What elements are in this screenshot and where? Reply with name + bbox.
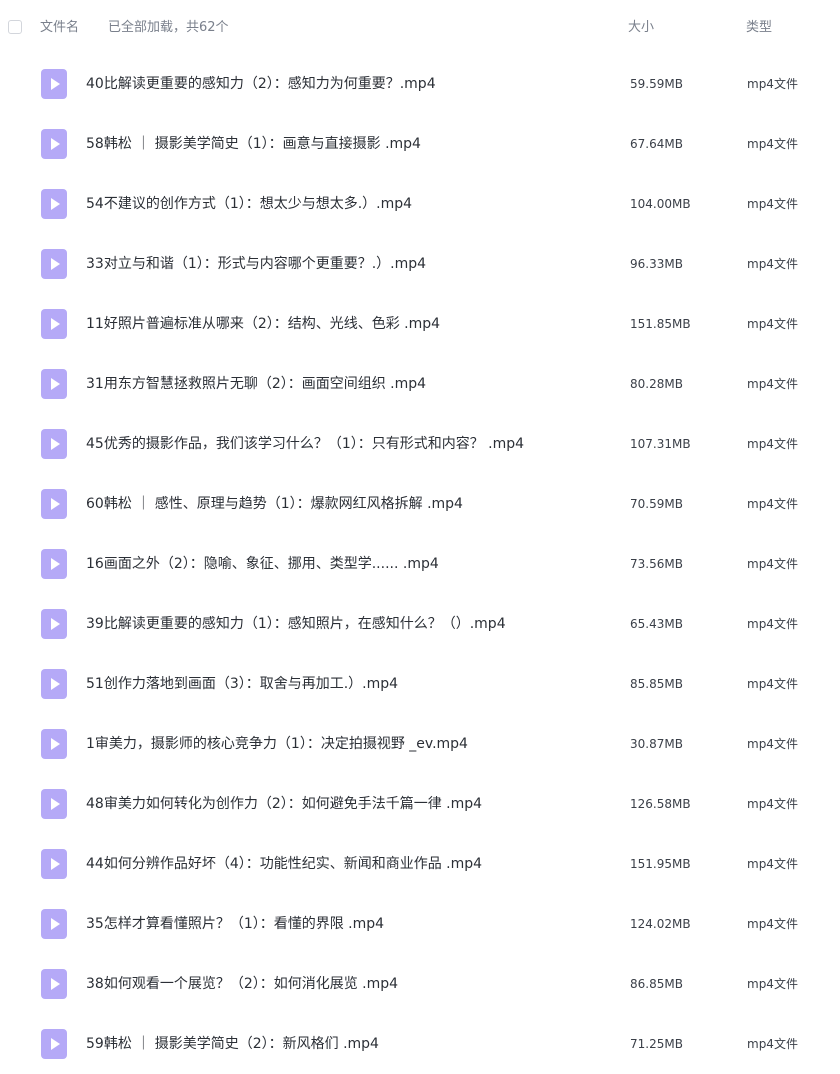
file-name[interactable]: 48审美力如何转化为创作力（2）：如何避免手法千篇一律 .mp4 <box>86 795 482 813</box>
file-type: mp4文件 <box>747 557 798 571</box>
file-row[interactable]: 45优秀的摄影作品，我们该学习什么？（1）：只有形式和内容？ .mp4 107.3… <box>0 414 840 474</box>
file-name[interactable]: 60韩松 ｜ 感性、原理与趋势（1）：爆款网红风格拆解 .mp4 <box>86 495 463 513</box>
file-name[interactable]: 40比解读更重要的感知力（2）：感知力为何重要？.mp4 <box>86 75 436 93</box>
file-size: 126.58MB <box>630 797 691 811</box>
video-file-icon <box>41 369 67 399</box>
file-row[interactable]: 38如何观看一个展览？（2）：如何消化展览 .mp4 86.85MB mp4文件 <box>0 954 840 1014</box>
file-size: 67.64MB <box>630 137 683 151</box>
file-name[interactable]: 38如何观看一个展览？（2）：如何消化展览 .mp4 <box>86 975 398 993</box>
column-header-type[interactable]: 类型 <box>746 20 772 36</box>
file-type: mp4文件 <box>747 797 798 811</box>
file-type: mp4文件 <box>747 197 798 211</box>
file-name[interactable]: 39比解读更重要的感知力（1）：感知照片，在感知什么？（）.mp4 <box>86 615 506 633</box>
file-name[interactable]: 31用东方智慧拯救照片无聊（2）：画面空间组织 .mp4 <box>86 375 426 393</box>
video-file-icon <box>41 909 67 939</box>
file-type: mp4文件 <box>747 737 798 751</box>
column-header-filename[interactable]: 文件名 <box>40 20 79 36</box>
video-file-icon <box>41 249 67 279</box>
file-size: 80.28MB <box>630 377 683 391</box>
file-name[interactable]: 33对立与和谐（1）：形式与内容哪个更重要？.）.mp4 <box>86 255 426 273</box>
file-row[interactable]: 58韩松 ｜ 摄影美学简史（1）：画意与直接摄影 .mp4 67.64MB mp4文… <box>0 114 840 174</box>
video-file-icon <box>41 669 67 699</box>
file-type: mp4文件 <box>747 857 798 871</box>
file-name[interactable]: 54不建议的创作方式（1）：想太少与想太多.）.mp4 <box>86 195 412 213</box>
file-type: mp4文件 <box>747 617 798 631</box>
file-name[interactable]: 11好照片普遍标准从哪来（2）：结构、光线、色彩 .mp4 <box>86 315 440 333</box>
file-type: mp4文件 <box>747 437 798 451</box>
video-file-icon <box>41 969 67 999</box>
file-type: mp4文件 <box>747 317 798 331</box>
file-name[interactable]: 45优秀的摄影作品，我们该学习什么？（1）：只有形式和内容？ .mp4 <box>86 435 524 453</box>
file-size: 73.56MB <box>630 557 683 571</box>
file-list: 40比解读更重要的感知力（2）：感知力为何重要？.mp4 59.59MB mp4文件… <box>0 54 840 1074</box>
video-file-icon <box>41 1029 67 1059</box>
video-file-icon <box>41 309 67 339</box>
file-row[interactable]: 35怎样才算看懂照片？（1）：看懂的界限 .mp4 124.02MB mp4文件 <box>0 894 840 954</box>
file-size: 124.02MB <box>630 917 691 931</box>
file-row[interactable]: 48审美力如何转化为创作力（2）：如何避免手法千篇一律 .mp4 126.58MB… <box>0 774 840 834</box>
file-row[interactable]: 60韩松 ｜ 感性、原理与趋势（1）：爆款网红风格拆解 .mp4 70.59MB m… <box>0 474 840 534</box>
file-row[interactable]: 44如何分辨作品好坏（4）：功能性纪实、新闻和商业作品 .mp4 151.95MB… <box>0 834 840 894</box>
file-name[interactable]: 44如何分辨作品好坏（4）：功能性纪实、新闻和商业作品 .mp4 <box>86 855 482 873</box>
file-type: mp4文件 <box>747 497 798 511</box>
file-size: 107.31MB <box>630 437 691 451</box>
file-type: mp4文件 <box>747 137 798 151</box>
file-name[interactable]: 51创作力落地到画面（3）：取舍与再加工.）.mp4 <box>86 675 398 693</box>
file-type: mp4文件 <box>747 677 798 691</box>
video-file-icon <box>41 429 67 459</box>
file-type: mp4文件 <box>747 917 798 931</box>
file-size: 71.25MB <box>630 1037 683 1051</box>
file-name[interactable]: 16画面之外（2）：隐喻、象征、挪用、类型学...... .mp4 <box>86 555 439 573</box>
file-size: 30.87MB <box>630 737 683 751</box>
file-row[interactable]: 59韩松 ｜ 摄影美学简史（2）：新风格们 .mp4 71.25MB mp4文件 <box>0 1014 840 1074</box>
file-size: 86.85MB <box>630 977 683 991</box>
file-type: mp4文件 <box>747 377 798 391</box>
file-row[interactable]: 11好照片普遍标准从哪来（2）：结构、光线、色彩 .mp4 151.85MB mp4… <box>0 294 840 354</box>
file-size: 96.33MB <box>630 257 683 271</box>
video-file-icon <box>41 729 67 759</box>
file-type: mp4文件 <box>747 257 798 271</box>
file-type: mp4文件 <box>747 1037 798 1051</box>
file-list-header: 文件名 已全部加载，共62个 大小 类型 <box>0 0 840 56</box>
file-row[interactable]: 1审美力，摄影师的核心竞争力（1）：决定拍摄视野 _ev.mp4 30.87MB m… <box>0 714 840 774</box>
file-name[interactable]: 58韩松 ｜ 摄影美学简史（1）：画意与直接摄影 .mp4 <box>86 135 421 153</box>
file-size: 59.59MB <box>630 77 683 91</box>
file-row[interactable]: 54不建议的创作方式（1）：想太少与想太多.）.mp4 104.00MB mp4文件 <box>0 174 840 234</box>
file-size: 85.85MB <box>630 677 683 691</box>
column-header-size[interactable]: 大小 <box>628 20 654 36</box>
file-name[interactable]: 35怎样才算看懂照片？（1）：看懂的界限 .mp4 <box>86 915 384 933</box>
file-row[interactable]: 51创作力落地到画面（3）：取舍与再加工.）.mp4 85.85MB mp4文件 <box>0 654 840 714</box>
video-file-icon <box>41 489 67 519</box>
file-type: mp4文件 <box>747 977 798 991</box>
video-file-icon <box>41 789 67 819</box>
video-file-icon <box>41 189 67 219</box>
file-size: 65.43MB <box>630 617 683 631</box>
file-size: 151.95MB <box>630 857 691 871</box>
video-file-icon <box>41 609 67 639</box>
select-all-checkbox[interactable] <box>8 20 22 34</box>
video-file-icon <box>41 69 67 99</box>
video-file-icon <box>41 549 67 579</box>
file-row[interactable]: 33对立与和谐（1）：形式与内容哪个更重要？.）.mp4 96.33MB mp4文件 <box>0 234 840 294</box>
file-name[interactable]: 59韩松 ｜ 摄影美学简史（2）：新风格们 .mp4 <box>86 1035 379 1053</box>
video-file-icon <box>41 849 67 879</box>
file-name[interactable]: 1审美力，摄影师的核心竞争力（1）：决定拍摄视野 _ev.mp4 <box>86 735 468 753</box>
video-file-icon <box>41 129 67 159</box>
file-size: 151.85MB <box>630 317 691 331</box>
file-row[interactable]: 16画面之外（2）：隐喻、象征、挪用、类型学...... .mp4 73.56MB… <box>0 534 840 594</box>
file-size: 104.00MB <box>630 197 691 211</box>
file-row[interactable]: 31用东方智慧拯救照片无聊（2）：画面空间组织 .mp4 80.28MB mp4文件 <box>0 354 840 414</box>
load-status-text: 已全部加载，共62个 <box>108 20 229 35</box>
file-size: 70.59MB <box>630 497 683 511</box>
file-row[interactable]: 39比解读更重要的感知力（1）：感知照片，在感知什么？（）.mp4 65.43MB… <box>0 594 840 654</box>
file-type: mp4文件 <box>747 77 798 91</box>
file-row[interactable]: 40比解读更重要的感知力（2）：感知力为何重要？.mp4 59.59MB mp4文件 <box>0 54 840 114</box>
